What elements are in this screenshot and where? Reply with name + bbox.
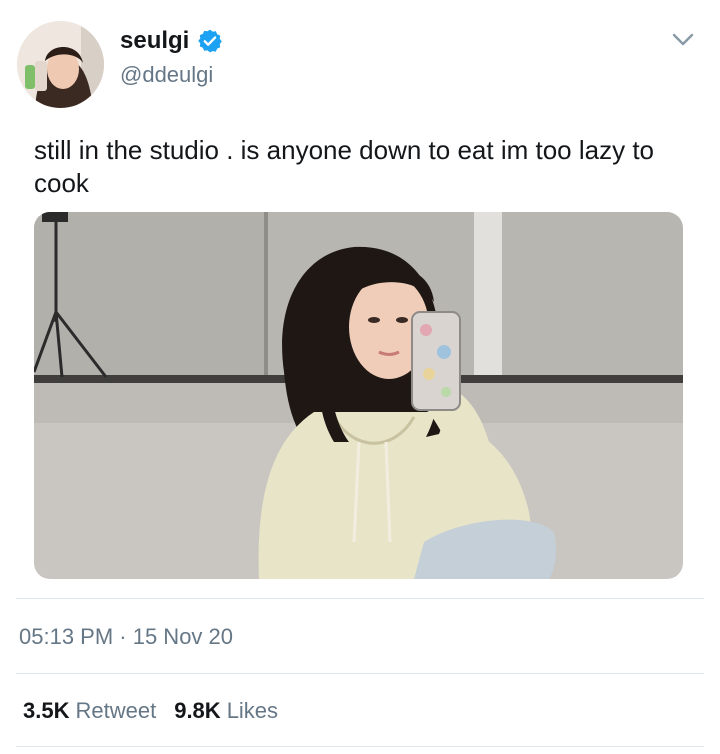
likes-label[interactable]: Likes	[227, 698, 278, 724]
user-handle[interactable]: @ddeulgi	[120, 62, 213, 88]
likes-count[interactable]: 9.8K	[174, 698, 220, 724]
divider	[16, 746, 704, 747]
verified-badge-icon	[198, 29, 223, 53]
photo-image	[34, 212, 683, 579]
tweet-text: still in the studio . is anyone down to …	[34, 135, 655, 198]
retweets-count[interactable]: 3.5K	[23, 698, 69, 724]
chevron-down-icon[interactable]	[672, 32, 694, 48]
tweet-media-photo[interactable]	[34, 212, 683, 579]
tweet-stats: 3.5K Retweet 9.8K Likes	[23, 698, 290, 724]
display-name-row: seulgi	[120, 27, 223, 55]
tweet-timestamp[interactable]: 05:13 PM · 15 Nov 20	[19, 624, 233, 650]
avatar[interactable]	[17, 21, 104, 108]
divider	[16, 673, 704, 674]
tweet-header: seulgi @ddeulgi	[0, 0, 720, 120]
retweets-label[interactable]: Retweet	[75, 698, 156, 724]
divider	[16, 598, 704, 599]
avatar-image	[17, 21, 104, 108]
display-name[interactable]: seulgi	[120, 27, 189, 55]
